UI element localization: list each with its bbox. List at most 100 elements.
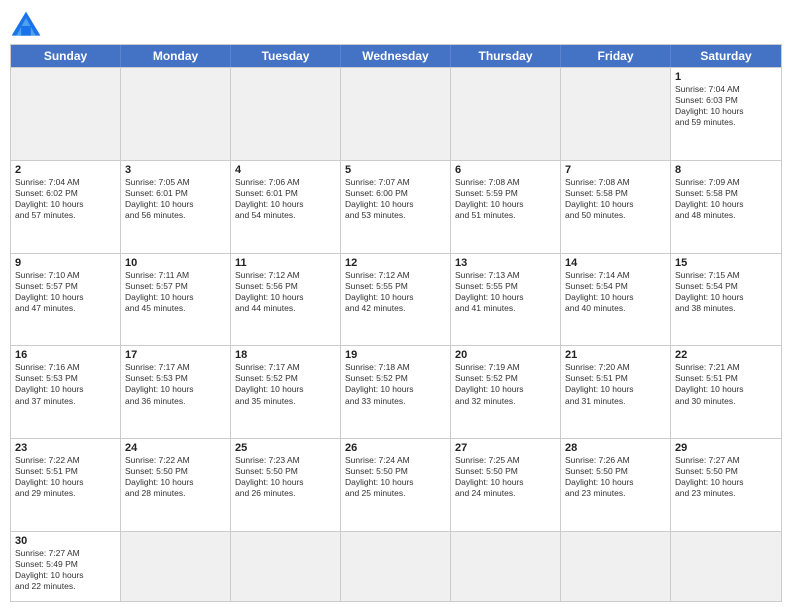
cell-info: Sunrise: 7:26 AM Sunset: 5:50 PM Dayligh… [565, 455, 666, 499]
cell-info: Sunrise: 7:22 AM Sunset: 5:50 PM Dayligh… [125, 455, 226, 499]
cal-cell-r3c6: 22Sunrise: 7:21 AM Sunset: 5:51 PM Dayli… [671, 346, 781, 438]
day-number: 4 [235, 164, 336, 176]
day-number: 12 [345, 257, 446, 269]
cell-info: Sunrise: 7:19 AM Sunset: 5:52 PM Dayligh… [455, 362, 556, 406]
day-number: 3 [125, 164, 226, 176]
header [10, 10, 782, 38]
day-number: 8 [675, 164, 777, 176]
cell-info: Sunrise: 7:15 AM Sunset: 5:54 PM Dayligh… [675, 270, 777, 314]
cal-cell-r4c0: 23Sunrise: 7:22 AM Sunset: 5:51 PM Dayli… [11, 439, 121, 531]
cal-cell-r0c3 [341, 68, 451, 160]
cal-cell-r5c1 [121, 532, 231, 601]
day-number: 27 [455, 442, 556, 454]
day-header-monday: Monday [121, 45, 231, 67]
day-number: 29 [675, 442, 777, 454]
day-number: 11 [235, 257, 336, 269]
cell-info: Sunrise: 7:23 AM Sunset: 5:50 PM Dayligh… [235, 455, 336, 499]
day-header-wednesday: Wednesday [341, 45, 451, 67]
day-number: 7 [565, 164, 666, 176]
day-number: 20 [455, 349, 556, 361]
day-header-friday: Friday [561, 45, 671, 67]
cal-cell-r4c5: 28Sunrise: 7:26 AM Sunset: 5:50 PM Dayli… [561, 439, 671, 531]
cal-cell-r1c5: 7Sunrise: 7:08 AM Sunset: 5:58 PM Daylig… [561, 161, 671, 253]
calendar-row-4: 23Sunrise: 7:22 AM Sunset: 5:51 PM Dayli… [11, 438, 781, 531]
cal-cell-r2c4: 13Sunrise: 7:13 AM Sunset: 5:55 PM Dayli… [451, 254, 561, 346]
logo-icon [10, 10, 42, 38]
cell-info: Sunrise: 7:27 AM Sunset: 5:50 PM Dayligh… [675, 455, 777, 499]
cal-cell-r2c2: 11Sunrise: 7:12 AM Sunset: 5:56 PM Dayli… [231, 254, 341, 346]
cell-info: Sunrise: 7:16 AM Sunset: 5:53 PM Dayligh… [15, 362, 116, 406]
cal-cell-r5c3 [341, 532, 451, 601]
cell-info: Sunrise: 7:10 AM Sunset: 5:57 PM Dayligh… [15, 270, 116, 314]
cal-cell-r1c0: 2Sunrise: 7:04 AM Sunset: 6:02 PM Daylig… [11, 161, 121, 253]
cal-cell-r1c1: 3Sunrise: 7:05 AM Sunset: 6:01 PM Daylig… [121, 161, 231, 253]
cell-info: Sunrise: 7:22 AM Sunset: 5:51 PM Dayligh… [15, 455, 116, 499]
cell-info: Sunrise: 7:06 AM Sunset: 6:01 PM Dayligh… [235, 177, 336, 221]
cal-cell-r4c1: 24Sunrise: 7:22 AM Sunset: 5:50 PM Dayli… [121, 439, 231, 531]
day-header-sunday: Sunday [11, 45, 121, 67]
cell-info: Sunrise: 7:12 AM Sunset: 5:56 PM Dayligh… [235, 270, 336, 314]
cell-info: Sunrise: 7:04 AM Sunset: 6:02 PM Dayligh… [15, 177, 116, 221]
day-number: 6 [455, 164, 556, 176]
cell-info: Sunrise: 7:18 AM Sunset: 5:52 PM Dayligh… [345, 362, 446, 406]
cal-cell-r5c4 [451, 532, 561, 601]
cal-cell-r0c2 [231, 68, 341, 160]
calendar-row-1: 2Sunrise: 7:04 AM Sunset: 6:02 PM Daylig… [11, 160, 781, 253]
cal-cell-r5c2 [231, 532, 341, 601]
day-number: 30 [15, 535, 116, 547]
cell-info: Sunrise: 7:17 AM Sunset: 5:53 PM Dayligh… [125, 362, 226, 406]
cell-info: Sunrise: 7:25 AM Sunset: 5:50 PM Dayligh… [455, 455, 556, 499]
cal-cell-r3c0: 16Sunrise: 7:16 AM Sunset: 5:53 PM Dayli… [11, 346, 121, 438]
cal-cell-r5c6 [671, 532, 781, 601]
day-number: 5 [345, 164, 446, 176]
cell-info: Sunrise: 7:17 AM Sunset: 5:52 PM Dayligh… [235, 362, 336, 406]
cal-cell-r4c4: 27Sunrise: 7:25 AM Sunset: 5:50 PM Dayli… [451, 439, 561, 531]
calendar-row-5: 30Sunrise: 7:27 AM Sunset: 5:49 PM Dayli… [11, 531, 781, 601]
calendar-body: 1Sunrise: 7:04 AM Sunset: 6:03 PM Daylig… [11, 67, 781, 601]
cell-info: Sunrise: 7:11 AM Sunset: 5:57 PM Dayligh… [125, 270, 226, 314]
cell-info: Sunrise: 7:20 AM Sunset: 5:51 PM Dayligh… [565, 362, 666, 406]
day-number: 18 [235, 349, 336, 361]
cal-cell-r3c5: 21Sunrise: 7:20 AM Sunset: 5:51 PM Dayli… [561, 346, 671, 438]
cell-info: Sunrise: 7:13 AM Sunset: 5:55 PM Dayligh… [455, 270, 556, 314]
cell-info: Sunrise: 7:27 AM Sunset: 5:49 PM Dayligh… [15, 548, 116, 592]
cell-info: Sunrise: 7:04 AM Sunset: 6:03 PM Dayligh… [675, 84, 777, 128]
cal-cell-r3c3: 19Sunrise: 7:18 AM Sunset: 5:52 PM Dayli… [341, 346, 451, 438]
cell-info: Sunrise: 7:21 AM Sunset: 5:51 PM Dayligh… [675, 362, 777, 406]
cell-info: Sunrise: 7:09 AM Sunset: 5:58 PM Dayligh… [675, 177, 777, 221]
day-number: 17 [125, 349, 226, 361]
cal-cell-r2c5: 14Sunrise: 7:14 AM Sunset: 5:54 PM Dayli… [561, 254, 671, 346]
calendar-row-0: 1Sunrise: 7:04 AM Sunset: 6:03 PM Daylig… [11, 67, 781, 160]
cell-info: Sunrise: 7:05 AM Sunset: 6:01 PM Dayligh… [125, 177, 226, 221]
cell-info: Sunrise: 7:12 AM Sunset: 5:55 PM Dayligh… [345, 270, 446, 314]
cell-info: Sunrise: 7:14 AM Sunset: 5:54 PM Dayligh… [565, 270, 666, 314]
calendar-header: SundayMondayTuesdayWednesdayThursdayFrid… [11, 45, 781, 67]
logo [10, 10, 46, 38]
day-number: 9 [15, 257, 116, 269]
day-header-saturday: Saturday [671, 45, 781, 67]
cal-cell-r2c6: 15Sunrise: 7:15 AM Sunset: 5:54 PM Dayli… [671, 254, 781, 346]
cal-cell-r1c2: 4Sunrise: 7:06 AM Sunset: 6:01 PM Daylig… [231, 161, 341, 253]
cal-cell-r4c6: 29Sunrise: 7:27 AM Sunset: 5:50 PM Dayli… [671, 439, 781, 531]
day-header-thursday: Thursday [451, 45, 561, 67]
cal-cell-r3c2: 18Sunrise: 7:17 AM Sunset: 5:52 PM Dayli… [231, 346, 341, 438]
day-number: 19 [345, 349, 446, 361]
day-number: 13 [455, 257, 556, 269]
cal-cell-r2c0: 9Sunrise: 7:10 AM Sunset: 5:57 PM Daylig… [11, 254, 121, 346]
day-number: 10 [125, 257, 226, 269]
calendar: SundayMondayTuesdayWednesdayThursdayFrid… [10, 44, 782, 602]
cell-info: Sunrise: 7:08 AM Sunset: 5:59 PM Dayligh… [455, 177, 556, 221]
cal-cell-r0c4 [451, 68, 561, 160]
cal-cell-r4c2: 25Sunrise: 7:23 AM Sunset: 5:50 PM Dayli… [231, 439, 341, 531]
calendar-row-2: 9Sunrise: 7:10 AM Sunset: 5:57 PM Daylig… [11, 253, 781, 346]
cal-cell-r1c3: 5Sunrise: 7:07 AM Sunset: 6:00 PM Daylig… [341, 161, 451, 253]
cell-info: Sunrise: 7:08 AM Sunset: 5:58 PM Dayligh… [565, 177, 666, 221]
cal-cell-r5c0: 30Sunrise: 7:27 AM Sunset: 5:49 PM Dayli… [11, 532, 121, 601]
day-number: 22 [675, 349, 777, 361]
day-number: 16 [15, 349, 116, 361]
day-number: 15 [675, 257, 777, 269]
cal-cell-r1c6: 8Sunrise: 7:09 AM Sunset: 5:58 PM Daylig… [671, 161, 781, 253]
cal-cell-r2c1: 10Sunrise: 7:11 AM Sunset: 5:57 PM Dayli… [121, 254, 231, 346]
cal-cell-r4c3: 26Sunrise: 7:24 AM Sunset: 5:50 PM Dayli… [341, 439, 451, 531]
page: SundayMondayTuesdayWednesdayThursdayFrid… [0, 0, 792, 612]
